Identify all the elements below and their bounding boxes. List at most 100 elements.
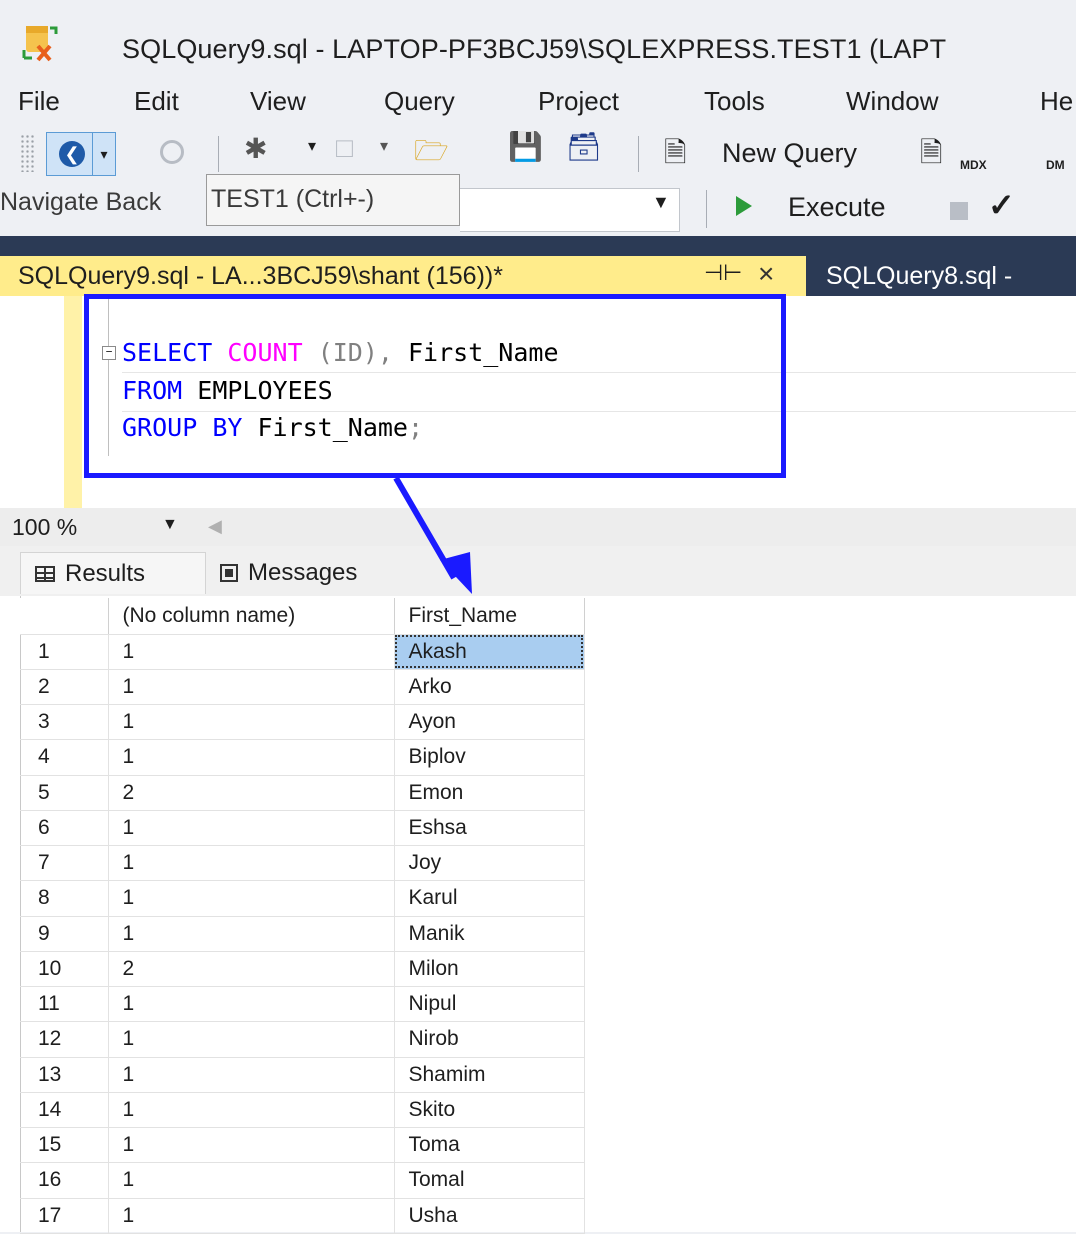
count-cell[interactable]: 1 [108,739,395,776]
table-row[interactable]: 12 1 Nirob [20,1021,585,1058]
toolbar-grip[interactable] [20,134,34,172]
navigate-forward-icon[interactable] [160,140,184,164]
menu-tools[interactable]: Tools [704,86,765,117]
count-cell[interactable]: 1 [108,1198,395,1234]
row-number-cell[interactable]: 6 [20,810,109,847]
zoom-level[interactable]: 100 % [12,514,77,541]
count-cell[interactable]: 1 [108,1162,395,1199]
table-row[interactable]: 10 2 Milon [20,951,585,988]
table-row[interactable]: 2 1 Arko [20,669,585,706]
table-row[interactable]: 6 1 Eshsa [20,810,585,847]
tab-sqlquery9-label[interactable]: SQLQuery9.sql - LA...3BCJ59\shant (156))… [18,262,503,291]
row-number-cell[interactable]: 10 [20,951,109,988]
row-number-cell[interactable]: 9 [20,916,109,952]
save-all-icon[interactable]: 🗃 [566,130,602,163]
dmx-query-icon[interactable]: DM [1046,158,1065,172]
first-name-cell[interactable]: Tomal [394,1162,585,1199]
row-number-cell[interactable]: 7 [20,845,109,882]
table-row[interactable]: 11 1 Nipul [20,986,585,1023]
back-dropdown-icon[interactable]: ▾ [92,133,115,175]
menu-edit[interactable]: Edit [134,86,179,117]
navigate-back-button[interactable]: ❮ ▾ [46,132,116,176]
count-cell[interactable]: 1 [108,880,395,917]
execute-play-icon[interactable] [736,196,752,216]
table-row[interactable]: 14 1 Skito [20,1092,585,1129]
first-name-cell[interactable]: Akash [394,634,585,670]
count-cell[interactable]: 1 [108,1127,395,1164]
first-name-cell[interactable]: Arko [394,669,585,706]
pin-tab-icon[interactable]: ⊣⊢ [704,260,742,286]
parse-check-icon[interactable]: ✓ [988,186,1015,224]
database-engine-query-icon[interactable]: 🗎 [920,132,943,180]
first-name-cell[interactable]: Skito [394,1092,585,1129]
menu-help[interactable]: He [1040,86,1073,117]
open-file-icon[interactable]: 🗁 [414,130,449,178]
count-cell[interactable]: 2 [108,775,395,811]
count-cell[interactable]: 1 [108,916,395,952]
close-tab-icon[interactable]: × [758,258,774,290]
row-number-cell[interactable]: 14 [20,1092,109,1129]
results-grid[interactable]: (No column name) First_Name 1 1 Akash 2 1 Ark… [20,598,585,1234]
table-row[interactable]: 3 1 Ayon [20,704,585,741]
scroll-left-icon[interactable]: ◀ [208,516,222,537]
row-number-cell[interactable]: 17 [20,1198,109,1234]
first-name-cell[interactable]: Toma [394,1127,585,1164]
table-row[interactable]: 7 1 Joy [20,845,585,882]
row-number-cell[interactable]: 2 [20,669,109,706]
first-name-cell[interactable]: Eshsa [394,810,585,847]
menu-file[interactable]: File [18,86,60,117]
row-number-cell[interactable]: 13 [20,1057,109,1093]
count-cell[interactable]: 1 [108,704,395,741]
table-row[interactable]: 5 2 Emon [20,775,585,811]
column-header-count[interactable]: (No column name) [108,598,395,635]
first-name-cell[interactable]: Nipul [394,986,585,1023]
first-name-cell[interactable]: Ayon [394,704,585,741]
count-cell[interactable]: 1 [108,810,395,847]
chevron-down-icon[interactable]: ▼ [652,192,670,213]
zoom-dropdown-icon[interactable]: ▼ [162,516,178,534]
menu-window[interactable]: Window [846,86,938,117]
menu-view[interactable]: View [250,86,306,117]
first-name-cell[interactable]: Emon [394,775,585,811]
first-name-cell[interactable]: Karul [394,880,585,917]
count-cell[interactable]: 1 [108,845,395,882]
menu-query[interactable]: Query [384,86,455,117]
table-row[interactable]: 8 1 Karul [20,880,585,917]
table-row[interactable]: 9 1 Manik [20,916,585,952]
table-row[interactable]: 1 1 Akash [20,634,585,670]
first-name-cell[interactable]: Nirob [394,1021,585,1058]
available-databases-combo[interactable] [460,188,680,232]
count-cell[interactable]: 1 [108,1092,395,1129]
cancel-query-icon[interactable] [950,202,968,220]
new-project-icon[interactable]: ✱ [244,132,267,165]
first-name-cell[interactable]: Milon [394,951,585,988]
menu-project[interactable]: Project [538,86,619,117]
table-row[interactable]: 16 1 Tomal [20,1162,585,1199]
row-number-cell[interactable]: 12 [20,1021,109,1058]
tab-messages[interactable]: Messages [216,552,357,594]
row-number-cell[interactable]: 11 [20,986,109,1023]
row-number-header[interactable] [20,598,109,635]
add-item-dropdown-icon[interactable]: ▾ [380,136,388,156]
first-name-cell[interactable]: Biplov [394,739,585,776]
row-number-cell[interactable]: 15 [20,1127,109,1164]
first-name-cell[interactable]: Shamim [394,1057,585,1093]
count-cell[interactable]: 2 [108,951,395,988]
table-row[interactable]: 4 1 Biplov [20,739,585,776]
add-item-icon[interactable]: □ [336,132,353,164]
count-cell[interactable]: 1 [108,986,395,1023]
first-name-cell[interactable]: Manik [394,916,585,952]
row-number-cell[interactable]: 5 [20,775,109,811]
count-cell[interactable]: 1 [108,1021,395,1058]
table-row[interactable]: 15 1 Toma [20,1127,585,1164]
count-cell[interactable]: 1 [108,634,395,670]
row-number-cell[interactable]: 16 [20,1162,109,1199]
new-query-icon[interactable]: 🗎 [664,132,687,180]
row-number-cell[interactable]: 8 [20,880,109,917]
row-number-cell[interactable]: 1 [20,634,109,670]
count-cell[interactable]: 1 [108,669,395,706]
row-number-cell[interactable]: 4 [20,739,109,776]
column-header-first-name[interactable]: First_Name [394,598,585,635]
table-row[interactable]: 13 1 Shamim [20,1057,585,1093]
mdx-query-icon[interactable]: MDX [960,158,987,172]
